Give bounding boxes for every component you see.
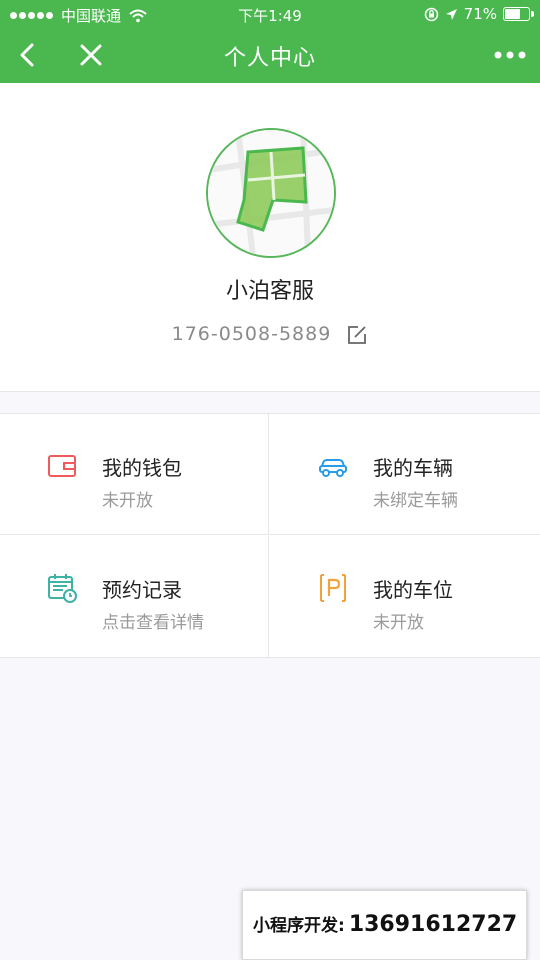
menu-item-sub: 未开放 — [373, 613, 424, 633]
calendar-clock-icon — [48, 574, 77, 603]
wallet-menu-item[interactable]: 我的钱包 未开放 — [0, 414, 269, 535]
page-title: 个人中心 — [223, 46, 316, 71]
top-bar: 中国联通 下午1:49 71% 个人中心 — [0, 0, 540, 83]
menu-item-label: 预约记录 — [102, 578, 182, 602]
menu-item-sub: 点击查看详情 — [102, 613, 204, 633]
reservation-menu-item[interactable]: 预约记录 点击查看详情 — [0, 536, 269, 657]
battery-icon — [503, 7, 534, 21]
rotation-lock-icon — [424, 7, 438, 21]
phone-row: 176-0508-5889 — [0, 323, 540, 346]
menu-item-label: 我的车位 — [373, 578, 453, 602]
menu-grid: 我的钱包 未开放 我的车辆 未绑定车辆 预约记录 点击查看详情 我的车位 未开放 — [0, 413, 540, 658]
profile-section: 小泊客服 176-0508-5889 — [0, 83, 540, 392]
status-right: 71% — [418, 5, 534, 23]
phone-number: 176-0508-5889 — [171, 323, 332, 345]
promo-text: 小程序开发: 13691612727 — [253, 911, 517, 937]
status-bar: 中国联通 下午1:49 71% — [0, 0, 540, 30]
promo-label: 小程序开发: — [253, 916, 345, 936]
avatar[interactable] — [206, 128, 336, 258]
promo-number: 13691612727 — [348, 912, 518, 937]
vehicle-menu-item[interactable]: 我的车辆 未绑定车辆 — [270, 414, 540, 535]
location-arrow-icon — [445, 8, 457, 20]
more-icon[interactable] — [492, 42, 528, 68]
wallet-icon — [48, 455, 76, 477]
menu-item-label: 我的车辆 — [373, 456, 453, 480]
parking-icon — [320, 574, 346, 602]
edit-icon[interactable] — [346, 324, 368, 346]
menu-item-sub: 未开放 — [102, 491, 153, 511]
nav-bar: 个人中心 — [0, 30, 540, 83]
car-icon — [319, 459, 347, 477]
map-logo-icon — [208, 130, 334, 256]
battery-percent: 71% — [463, 5, 497, 23]
promo-box: 小程序开发: 13691612727 — [242, 890, 527, 960]
menu-item-sub: 未绑定车辆 — [373, 491, 458, 511]
menu-item-label: 我的钱包 — [102, 456, 182, 480]
profile-name: 小泊客服 — [225, 279, 314, 304]
parking-menu-item[interactable]: 我的车位 未开放 — [270, 536, 540, 657]
